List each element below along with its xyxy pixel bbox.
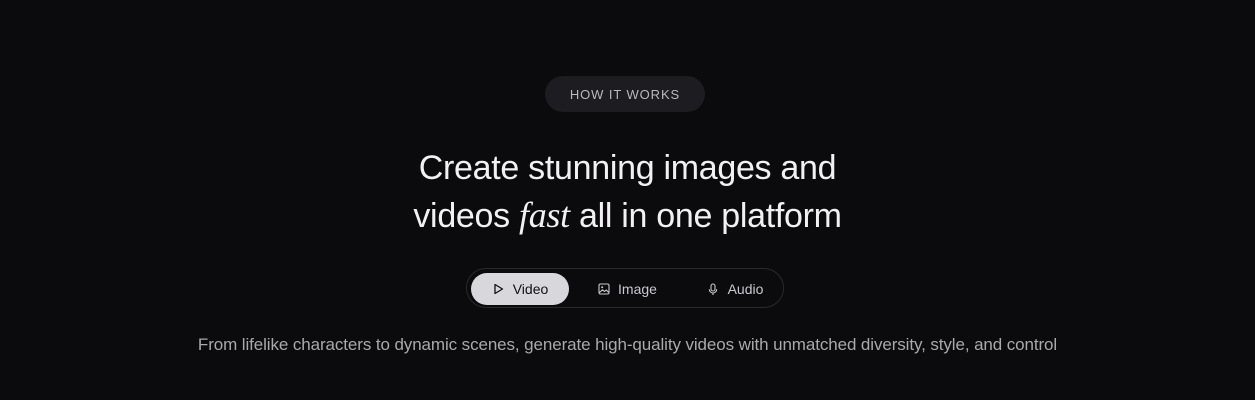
heading-line-2-start: videos: [413, 197, 519, 235]
heading-line-1: Create stunning images and: [418, 149, 837, 187]
tab-video[interactable]: Video: [471, 273, 569, 305]
heading-line-2-end: all in one platform: [569, 197, 842, 235]
heading-accent-word: fast: [519, 195, 570, 235]
image-icon: [597, 283, 610, 296]
tab-image-label: Image: [618, 281, 657, 297]
play-icon: [492, 283, 505, 296]
tab-audio[interactable]: Audio: [691, 273, 779, 305]
section-heading: Create stunning images and videos fast a…: [0, 145, 1255, 240]
tab-image[interactable]: Image: [581, 273, 673, 305]
section-badge-label: HOW IT WORKS: [569, 86, 681, 102]
media-type-switcher: Video Image Audio: [466, 268, 784, 308]
section-description: From lifelike characters to dynamic scen…: [197, 335, 1058, 354]
tab-video-label: Video: [512, 281, 549, 297]
microphone-icon: [707, 282, 720, 296]
section-badge: HOW IT WORKS: [545, 76, 705, 112]
tab-audio-label: Audio: [727, 281, 764, 297]
how-it-works-section: HOW IT WORKS Create stunning images and …: [0, 0, 1255, 400]
heading-line-2: videos fast all in one platform: [0, 192, 1255, 240]
